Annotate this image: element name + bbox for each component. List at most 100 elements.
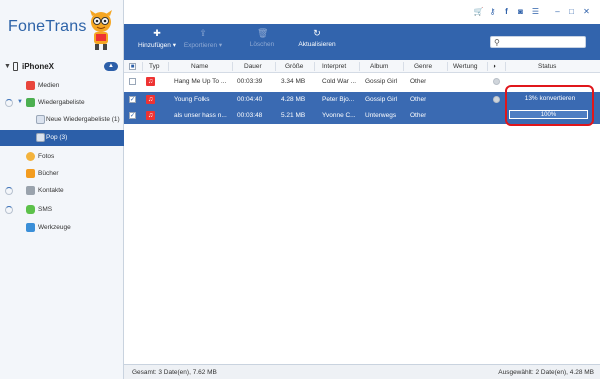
status-bar: Gesamt: 3 Date(en), 7.62 MB Ausgewählt: … <box>124 364 600 379</box>
search-input[interactable] <box>505 38 583 47</box>
sidebar-item-label: Werkzeuge <box>38 224 71 231</box>
column-divider <box>359 62 360 71</box>
sync-status-icon <box>493 78 500 85</box>
sidebar-item-playlist[interactable]: ▼ Wiedergabeliste <box>0 95 124 111</box>
cell-name: als unser hass n... <box>174 112 227 119</box>
column-divider <box>505 62 506 71</box>
cell-size: 3.34 MB <box>281 78 306 85</box>
column-header-rating[interactable]: Wertung <box>453 63 477 70</box>
chat-icon[interactable]: ◙ <box>515 6 526 17</box>
toolbar: ✚ Hinzufügen ▾ ⇪ Exportieren ▾ 🗑 Löschen… <box>124 24 600 60</box>
cart-icon[interactable]: 🛒 <box>473 6 484 17</box>
column-divider <box>314 62 315 71</box>
add-button[interactable]: ✚ Hinzufügen ▾ <box>134 28 180 56</box>
sms-icon <box>26 205 35 214</box>
window-title-bar: 🛒 ⚷ f ◙ ☰ – □ ✕ <box>124 0 600 24</box>
column-header-genre[interactable]: Genre <box>414 63 432 70</box>
phone-icon <box>13 62 18 71</box>
column-divider <box>142 62 143 71</box>
sidebar-item-new-playlist[interactable]: Neue Wiedergabeliste (1) <box>0 112 124 128</box>
sidebar-item-photos[interactable]: Fotos <box>0 149 124 165</box>
cell-name: Hang Me Up To ... <box>174 78 227 85</box>
column-header-status[interactable]: Status <box>538 63 556 70</box>
cell-genre: Other <box>410 78 427 85</box>
column-header-duration[interactable]: Dauer <box>244 63 262 70</box>
column-header-name[interactable]: Name <box>191 63 208 70</box>
contacts-icon <box>26 186 35 195</box>
sidebar: FoneTrans ▼ iPhoneX ▲ Medien ▼ Wiedergab… <box>0 0 124 379</box>
maximize-icon[interactable]: □ <box>566 6 577 17</box>
cell-size: 4.28 MB <box>281 96 306 103</box>
device-name: iPhoneX <box>22 62 55 71</box>
music-file-icon: ♫ <box>146 95 155 104</box>
sidebar-item-label: Pop (3) <box>46 134 68 141</box>
export-icon: ⇪ <box>199 28 207 38</box>
photos-icon <box>26 152 35 161</box>
cell-genre: Other <box>410 96 427 103</box>
sidebar-item-tools[interactable]: Werkzeuge <box>0 220 124 236</box>
key-icon[interactable]: ⚷ <box>487 6 498 17</box>
cell-artist: Cold War ... <box>322 78 357 85</box>
menu-icon[interactable]: ☰ <box>530 6 541 17</box>
cell-album: Unterwegs <box>365 112 397 119</box>
facebook-icon[interactable]: f <box>501 6 512 17</box>
playlist-icon <box>26 98 35 107</box>
music-file-icon: ♫ <box>146 77 155 86</box>
row-checkbox[interactable]: ✓ <box>129 96 136 103</box>
minimize-icon[interactable]: – <box>552 6 563 17</box>
column-divider <box>487 62 488 71</box>
add-button-label: Hinzufügen <box>138 42 171 49</box>
column-header-size[interactable]: Größe <box>285 63 303 70</box>
column-divider <box>447 62 448 71</box>
cell-album: Gossip Girl <box>365 96 398 103</box>
playlist-sub-icon <box>36 133 45 142</box>
eject-button[interactable]: ▲ <box>104 62 118 71</box>
sidebar-item-label: Wiedergabeliste <box>38 99 85 106</box>
cell-duration: 00:04:40 <box>237 96 263 103</box>
cell-artist: Peter Bjo... <box>322 96 355 103</box>
row-checkbox[interactable]: ✓ <box>129 112 136 119</box>
cell-name: Young Folks <box>174 96 210 103</box>
sidebar-item-pop[interactable]: Pop (3) <box>0 130 124 146</box>
sidebar-item-sms[interactable]: SMS <box>0 202 124 218</box>
column-header-artist[interactable]: Interpret <box>322 63 346 70</box>
select-all-checkbox[interactable]: ■ <box>129 63 136 70</box>
column-header-sync-icon[interactable]: ◑ <box>492 63 496 70</box>
sidebar-item-label: Fotos <box>38 153 55 160</box>
cell-genre: Other <box>410 112 427 119</box>
column-header-type[interactable]: Typ <box>149 63 159 70</box>
delete-button[interactable]: 🗑 Löschen <box>242 28 282 56</box>
row-checkbox[interactable] <box>129 78 136 85</box>
expand-triangle-icon[interactable]: ▼ <box>17 99 23 105</box>
sidebar-item-books[interactable]: Bücher <box>0 166 124 182</box>
close-icon[interactable]: ✕ <box>581 6 592 17</box>
sync-status-icon <box>493 96 500 103</box>
cell-size: 5.21 MB <box>281 112 306 119</box>
tools-icon <box>26 223 35 232</box>
cell-artist: Yvonne C... <box>322 112 356 119</box>
sidebar-item-contacts[interactable]: Kontakte <box>0 183 124 199</box>
sidebar-item-media[interactable]: Medien <box>0 78 124 94</box>
cell-duration: 00:03:48 <box>237 112 263 119</box>
loading-spinner-icon <box>5 99 13 107</box>
search-icon: ⚲ <box>494 38 500 47</box>
mascot-logo-icon <box>90 10 112 50</box>
search-box[interactable]: ⚲ <box>490 36 586 48</box>
music-file-icon: ♫ <box>146 111 155 120</box>
refresh-button[interactable]: ↻ Aktualisieren <box>292 28 342 56</box>
media-icon <box>26 81 35 90</box>
delete-button-label: Löschen <box>249 41 275 48</box>
trash-icon: 🗑 <box>257 28 269 38</box>
cell-duration: 00:03:39 <box>237 78 263 85</box>
add-icon: ✚ <box>153 28 161 38</box>
sidebar-item-label: Medien <box>38 82 60 89</box>
app-title: FoneTrans <box>8 18 87 35</box>
device-row[interactable]: ▼ iPhoneX ▲ <box>0 60 124 74</box>
column-header-album[interactable]: Album <box>370 63 388 70</box>
column-divider <box>275 62 276 71</box>
export-button[interactable]: ⇪ Exportieren ▾ <box>179 28 227 56</box>
dropdown-arrow-icon: ▾ <box>217 42 223 49</box>
books-icon <box>26 169 35 178</box>
status-highlight-box <box>505 85 594 126</box>
collapse-triangle-icon[interactable]: ▼ <box>4 63 11 70</box>
